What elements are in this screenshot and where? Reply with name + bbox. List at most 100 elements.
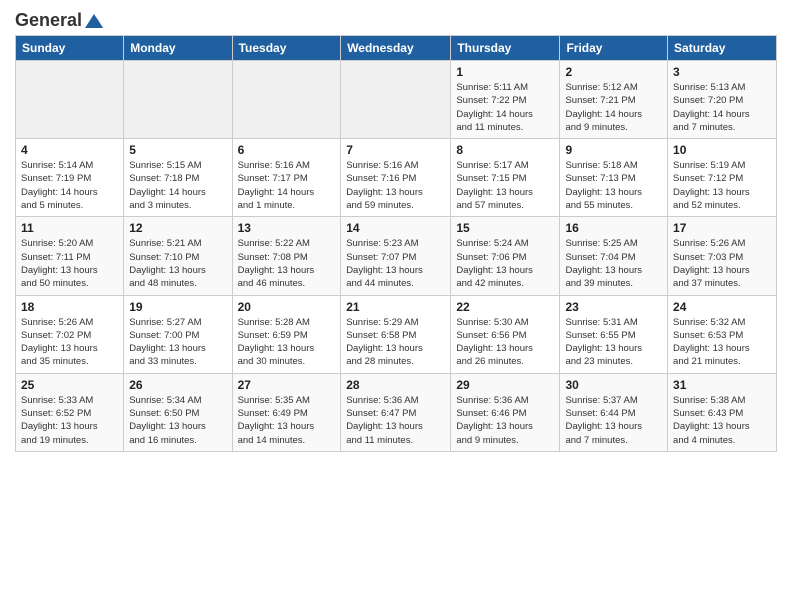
calendar-cell: 10Sunrise: 5:19 AMSunset: 7:12 PMDayligh… (668, 139, 777, 217)
day-info: Sunrise: 5:29 AMSunset: 6:58 PMDaylight:… (346, 317, 423, 368)
week-row-5: 25 Sunrise: 5:33 AMSunset: 6:52 PMDayligh… (16, 373, 777, 451)
day-number: 28 (346, 378, 445, 392)
calendar-cell: 11Sunrise: 5:20 AMSunset: 7:11 PMDayligh… (16, 217, 124, 295)
day-number: 27 (238, 378, 336, 392)
calendar-cell (232, 61, 341, 139)
day-number: 10 (673, 143, 771, 157)
day-info: Sunrise: 5:25 AMSunset: 7:04 PMDaylight:… (565, 238, 642, 289)
day-info: Sunrise: 5:23 AMSunset: 7:07 PMDaylight:… (346, 238, 423, 289)
calendar-cell: 27Sunrise: 5:35 AMSunset: 6:49 PMDayligh… (232, 373, 341, 451)
day-number: 15 (456, 221, 554, 235)
calendar-cell: 23 Sunrise: 5:31 AMSunset: 6:55 PMDayligh… (560, 295, 668, 373)
calendar-cell: 30 Sunrise: 5:37 AMSunset: 6:44 PMDayligh… (560, 373, 668, 451)
week-row-2: 4 Sunrise: 5:14 AMSunset: 7:19 PMDaylight… (16, 139, 777, 217)
day-info: Sunrise: 5:14 AMSunset: 7:19 PMDaylight:… (21, 160, 98, 211)
calendar-cell: 2 Sunrise: 5:12 AMSunset: 7:21 PMDaylight… (560, 61, 668, 139)
day-number: 30 (565, 378, 662, 392)
day-info: Sunrise: 5:27 AMSunset: 7:00 PMDaylight:… (129, 317, 206, 368)
day-info: Sunrise: 5:33 AMSunset: 6:52 PMDaylight:… (21, 395, 98, 446)
weekday-header-wednesday: Wednesday (341, 36, 451, 61)
day-info: Sunrise: 5:16 AMSunset: 7:17 PMDaylight:… (238, 160, 315, 211)
week-row-4: 18 Sunrise: 5:26 AMSunset: 7:02 PMDayligh… (16, 295, 777, 373)
calendar-cell: 1Sunrise: 5:11 AMSunset: 7:22 PMDaylight… (451, 61, 560, 139)
calendar-cell: 12 Sunrise: 5:21 AMSunset: 7:10 PMDayligh… (124, 217, 232, 295)
day-number: 3 (673, 65, 771, 79)
calendar-cell: 13Sunrise: 5:22 AMSunset: 7:08 PMDayligh… (232, 217, 341, 295)
day-number: 2 (565, 65, 662, 79)
calendar-cell: 6 Sunrise: 5:16 AMSunset: 7:17 PMDaylight… (232, 139, 341, 217)
week-row-1: 1Sunrise: 5:11 AMSunset: 7:22 PMDaylight… (16, 61, 777, 139)
day-info: Sunrise: 5:21 AMSunset: 7:10 PMDaylight:… (129, 238, 206, 289)
day-info: Sunrise: 5:24 AMSunset: 7:06 PMDaylight:… (456, 238, 533, 289)
day-info: Sunrise: 5:37 AMSunset: 6:44 PMDaylight:… (565, 395, 642, 446)
day-info: Sunrise: 5:13 AMSunset: 7:20 PMDaylight:… (673, 82, 750, 133)
day-number: 17 (673, 221, 771, 235)
day-info: Sunrise: 5:15 AMSunset: 7:18 PMDaylight:… (129, 160, 206, 211)
day-number: 9 (565, 143, 662, 157)
calendar-table: SundayMondayTuesdayWednesdayThursdayFrid… (15, 35, 777, 452)
day-info: Sunrise: 5:26 AMSunset: 7:02 PMDaylight:… (21, 317, 98, 368)
calendar-cell: 18 Sunrise: 5:26 AMSunset: 7:02 PMDayligh… (16, 295, 124, 373)
day-number: 22 (456, 300, 554, 314)
day-number: 26 (129, 378, 226, 392)
day-info: Sunrise: 5:16 AMSunset: 7:16 PMDaylight:… (346, 160, 423, 211)
calendar-cell: 25 Sunrise: 5:33 AMSunset: 6:52 PMDayligh… (16, 373, 124, 451)
day-number: 4 (21, 143, 118, 157)
weekday-header-saturday: Saturday (668, 36, 777, 61)
calendar-cell: 16 Sunrise: 5:25 AMSunset: 7:04 PMDayligh… (560, 217, 668, 295)
day-number: 6 (238, 143, 336, 157)
day-info: Sunrise: 5:31 AMSunset: 6:55 PMDaylight:… (565, 317, 642, 368)
day-info: Sunrise: 5:26 AMSunset: 7:03 PMDaylight:… (673, 238, 750, 289)
calendar-cell: 19 Sunrise: 5:27 AMSunset: 7:00 PMDayligh… (124, 295, 232, 373)
day-info: Sunrise: 5:32 AMSunset: 6:53 PMDaylight:… (673, 317, 750, 368)
calendar-cell: 17 Sunrise: 5:26 AMSunset: 7:03 PMDayligh… (668, 217, 777, 295)
calendar-cell: 20Sunrise: 5:28 AMSunset: 6:59 PMDayligh… (232, 295, 341, 373)
day-number: 24 (673, 300, 771, 314)
weekday-header-sunday: Sunday (16, 36, 124, 61)
calendar-cell: 5 Sunrise: 5:15 AMSunset: 7:18 PMDaylight… (124, 139, 232, 217)
day-number: 16 (565, 221, 662, 235)
weekday-header-monday: Monday (124, 36, 232, 61)
weekday-header-tuesday: Tuesday (232, 36, 341, 61)
calendar-cell: 22 Sunrise: 5:30 AMSunset: 6:56 PMDayligh… (451, 295, 560, 373)
day-number: 21 (346, 300, 445, 314)
logo-general: General (15, 10, 82, 31)
calendar-cell: 31 Sunrise: 5:38 AMSunset: 6:43 PMDayligh… (668, 373, 777, 451)
calendar-cell: 28 Sunrise: 5:36 AMSunset: 6:47 PMDayligh… (341, 373, 451, 451)
weekday-header-friday: Friday (560, 36, 668, 61)
day-info: Sunrise: 5:28 AMSunset: 6:59 PMDaylight:… (238, 317, 315, 368)
day-info: Sunrise: 5:22 AMSunset: 7:08 PMDaylight:… (238, 238, 315, 289)
day-number: 18 (21, 300, 118, 314)
day-info: Sunrise: 5:34 AMSunset: 6:50 PMDaylight:… (129, 395, 206, 446)
calendar-cell: 4 Sunrise: 5:14 AMSunset: 7:19 PMDaylight… (16, 139, 124, 217)
calendar-cell (124, 61, 232, 139)
day-info: Sunrise: 5:30 AMSunset: 6:56 PMDaylight:… (456, 317, 533, 368)
day-number: 7 (346, 143, 445, 157)
day-number: 11 (21, 221, 118, 235)
calendar-cell (16, 61, 124, 139)
day-info: Sunrise: 5:18 AMSunset: 7:13 PMDaylight:… (565, 160, 642, 211)
day-number: 14 (346, 221, 445, 235)
day-info: Sunrise: 5:38 AMSunset: 6:43 PMDaylight:… (673, 395, 750, 446)
calendar-cell (341, 61, 451, 139)
day-number: 25 (21, 378, 118, 392)
weekday-header-thursday: Thursday (451, 36, 560, 61)
calendar-cell: 9 Sunrise: 5:18 AMSunset: 7:13 PMDaylight… (560, 139, 668, 217)
day-number: 31 (673, 378, 771, 392)
day-info: Sunrise: 5:12 AMSunset: 7:21 PMDaylight:… (565, 82, 642, 133)
day-number: 5 (129, 143, 226, 157)
day-info: Sunrise: 5:36 AMSunset: 6:47 PMDaylight:… (346, 395, 423, 446)
day-info: Sunrise: 5:11 AMSunset: 7:22 PMDaylight:… (456, 82, 533, 133)
weekday-header-row: SundayMondayTuesdayWednesdayThursdayFrid… (16, 36, 777, 61)
day-number: 12 (129, 221, 226, 235)
calendar-cell: 8Sunrise: 5:17 AMSunset: 7:15 PMDaylight… (451, 139, 560, 217)
day-info: Sunrise: 5:17 AMSunset: 7:15 PMDaylight:… (456, 160, 533, 211)
calendar-cell: 14 Sunrise: 5:23 AMSunset: 7:07 PMDayligh… (341, 217, 451, 295)
calendar-cell: 24 Sunrise: 5:32 AMSunset: 6:53 PMDayligh… (668, 295, 777, 373)
calendar-cell: 21 Sunrise: 5:29 AMSunset: 6:58 PMDayligh… (341, 295, 451, 373)
day-number: 19 (129, 300, 226, 314)
header: General (15, 10, 777, 27)
calendar-cell: 3 Sunrise: 5:13 AMSunset: 7:20 PMDaylight… (668, 61, 777, 139)
week-row-3: 11Sunrise: 5:20 AMSunset: 7:11 PMDayligh… (16, 217, 777, 295)
day-number: 23 (565, 300, 662, 314)
